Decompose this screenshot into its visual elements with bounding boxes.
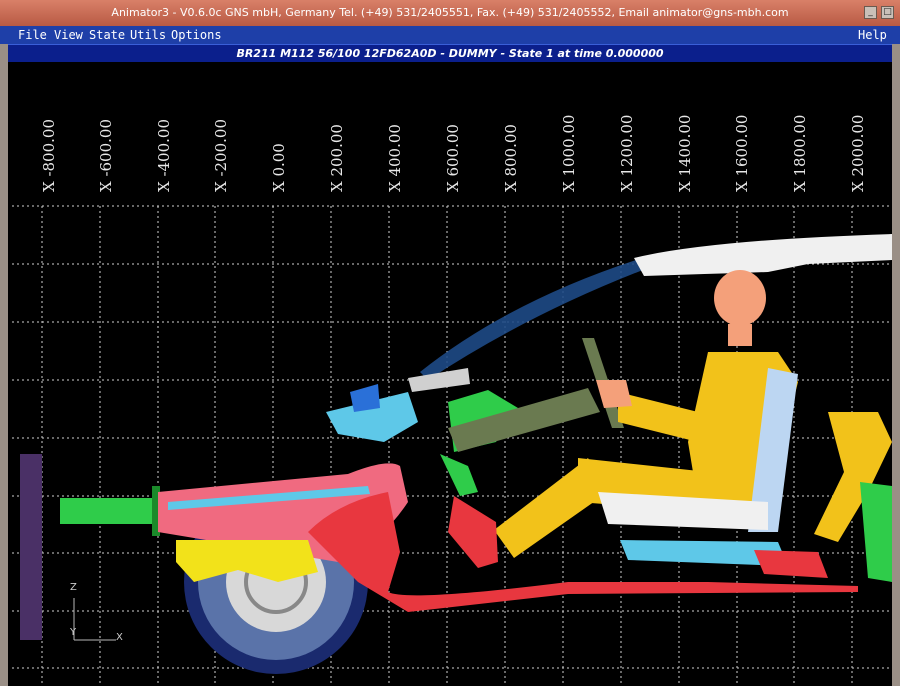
dummy-neck <box>728 324 752 346</box>
menu-help[interactable]: Help <box>858 26 887 44</box>
graphics-viewport[interactable]: X -800.00 X -600.00 X -400.00 X -200.00 … <box>8 62 892 686</box>
dummy-foot <box>448 496 498 568</box>
window-titlebar[interactable]: Animator3 - V0.6.0c GNS mbH, Germany Tel… <box>0 0 900 27</box>
menu-options[interactable]: Options <box>171 26 222 44</box>
dummy-hand <box>596 380 632 408</box>
rear-foot <box>754 550 828 578</box>
rear-part <box>860 482 892 582</box>
window-frame-right <box>892 44 900 686</box>
triad-x-label: X <box>116 632 123 643</box>
minimize-button[interactable]: _ <box>864 6 877 19</box>
window-title: Animator3 - V0.6.0c GNS mbH, Germany Tel… <box>111 6 789 19</box>
window-frame-left <box>0 44 8 686</box>
menu-utils[interactable]: Utils <box>130 26 166 44</box>
side-scroll-bar[interactable] <box>20 454 42 640</box>
menu-file[interactable]: File <box>18 26 47 44</box>
menu-bar: File View State Utils Options Help <box>0 26 900 44</box>
menu-state[interactable]: State <box>89 26 125 44</box>
dummy-shin <box>494 458 608 558</box>
windshield <box>420 260 648 380</box>
state-info-bar: BR211 M112 56/100 12FD62A0D - DUMMY - St… <box>8 44 892 63</box>
crash-model-scene <box>12 205 892 686</box>
coordinate-triad <box>73 598 116 641</box>
state-info-text: BR211 M112 56/100 12FD62A0D - DUMMY - St… <box>236 47 664 60</box>
crash-box <box>60 498 152 524</box>
pedal <box>440 454 478 496</box>
reservoir <box>350 384 380 412</box>
triad-z-label: Z <box>70 582 77 593</box>
dummy-head <box>714 270 766 326</box>
menu-view[interactable]: View <box>54 26 83 44</box>
maximize-button[interactable]: □ <box>881 6 894 19</box>
triad-y-label: Y <box>70 627 77 638</box>
roof-panel <box>634 234 892 276</box>
